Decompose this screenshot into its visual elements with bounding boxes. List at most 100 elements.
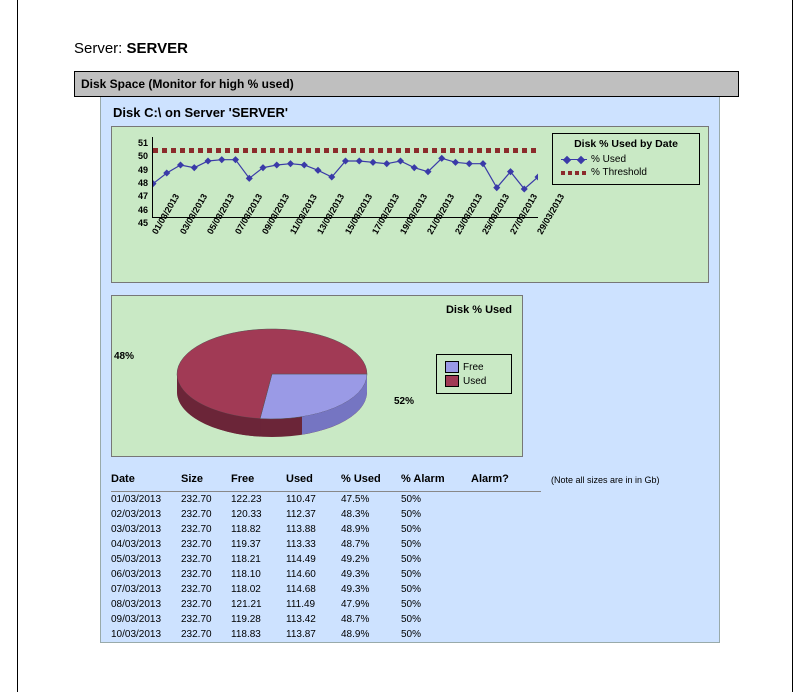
table-row: 02/03/2013232.70120.33112.3748.3%50% [111, 507, 541, 522]
table-row: 08/03/2013232.70121.21111.4947.9%50% [111, 597, 541, 612]
table-cell: 121.21 [231, 597, 286, 612]
pie-swatch-used [445, 375, 459, 387]
table-cell [471, 582, 541, 597]
data-table: DateSizeFreeUsed% Used% AlarmAlarm? 01/0… [111, 473, 541, 642]
section-title: Disk Space (Monitor for high % used) [81, 77, 294, 91]
pie-label-free: 52% [394, 396, 414, 407]
table-cell: 118.02 [231, 582, 286, 597]
table-cell: 50% [401, 627, 471, 642]
table-cell: 119.37 [231, 537, 286, 552]
table-header: Used [286, 473, 341, 492]
table-cell: 118.83 [231, 627, 286, 642]
table-cell: 47.5% [341, 492, 401, 508]
pie-legend-free-label: Free [463, 362, 484, 373]
table-cell: 113.87 [286, 627, 341, 642]
table-row: 07/03/2013232.70118.02114.6849.3%50% [111, 582, 541, 597]
table-row: 05/03/2013232.70118.21114.4949.2%50% [111, 552, 541, 567]
table-cell: 48.9% [341, 522, 401, 537]
section-bar-disk-space: Disk Space (Monitor for high % used) [74, 71, 739, 97]
table-cell: 47.9% [341, 597, 401, 612]
pie-legend: Free Used [436, 354, 512, 394]
pie-title: Disk % Used [446, 304, 512, 316]
table-cell: 07/03/2013 [111, 582, 181, 597]
table-cell: 50% [401, 507, 471, 522]
pie-legend-free: Free [445, 361, 503, 373]
table-cell: 09/03/2013 [111, 612, 181, 627]
pie-chart: Disk % Used 48% 52% [111, 295, 523, 457]
table-cell: 112.37 [286, 507, 341, 522]
table-row: 09/03/2013232.70119.28113.4248.7%50% [111, 612, 541, 627]
table-cell: 119.28 [231, 612, 286, 627]
table-cell: 50% [401, 522, 471, 537]
disk-panel: Disk C:\ on Server 'SERVER' 454647484950… [100, 97, 720, 643]
table-cell: 232.70 [181, 522, 231, 537]
line-series [153, 137, 538, 217]
table-cell: 232.70 [181, 492, 231, 508]
disk-title: Disk C:\ on Server 'SERVER' [113, 105, 709, 120]
legend-row-threshold: % Threshold [561, 167, 691, 178]
table-row: 04/03/2013232.70119.37113.3348.7%50% [111, 537, 541, 552]
table-cell: 232.70 [181, 567, 231, 582]
table-header: Alarm? [471, 473, 541, 492]
legend-swatch-threshold [561, 168, 587, 178]
table-cell: 08/03/2013 [111, 597, 181, 612]
table-cell [471, 597, 541, 612]
pie-svg [142, 316, 412, 451]
legend-title: Disk % Used by Date [561, 138, 691, 150]
pie-legend-used: Used [445, 375, 503, 387]
table-cell: 10/03/2013 [111, 627, 181, 642]
table-cell: 120.33 [231, 507, 286, 522]
table-row: 10/03/2013232.70118.83113.8748.9%50% [111, 627, 541, 642]
table-cell: 50% [401, 567, 471, 582]
table-cell: 50% [401, 492, 471, 508]
table-cell: 05/03/2013 [111, 552, 181, 567]
table-cell: 50% [401, 597, 471, 612]
table-cell: 114.49 [286, 552, 341, 567]
x-axis-ticks: 01/03/201303/03/201305/03/201307/03/2013… [148, 221, 543, 281]
table-header: Free [231, 473, 286, 492]
table-cell: 01/03/2013 [111, 492, 181, 508]
table-cell [471, 492, 541, 508]
table-cell: 113.33 [286, 537, 341, 552]
line-chart-legend: Disk % Used by Date % Used % Threshold [552, 133, 700, 185]
table-cell: 50% [401, 612, 471, 627]
table-header: % Alarm [401, 473, 471, 492]
table-wrap: DateSizeFreeUsed% Used% AlarmAlarm? 01/0… [111, 473, 709, 642]
legend-label-used: % Used [591, 154, 626, 165]
table-header: Date [111, 473, 181, 492]
table-cell: 232.70 [181, 627, 231, 642]
table-cell: 114.68 [286, 582, 341, 597]
table-cell [471, 567, 541, 582]
table-cell: 118.82 [231, 522, 286, 537]
table-cell [471, 537, 541, 552]
table-row: 01/03/2013232.70122.23110.4747.5%50% [111, 492, 541, 508]
table-cell: 03/03/2013 [111, 522, 181, 537]
table-cell: 118.10 [231, 567, 286, 582]
table-cell: 232.70 [181, 507, 231, 522]
table-header: % Used [341, 473, 401, 492]
table-cell [471, 627, 541, 642]
table-cell: 232.70 [181, 582, 231, 597]
table-cell: 232.70 [181, 552, 231, 567]
table-cell: 232.70 [181, 537, 231, 552]
table-cell: 50% [401, 537, 471, 552]
plot-area [152, 137, 538, 218]
table-cell [471, 552, 541, 567]
table-cell: 232.70 [181, 597, 231, 612]
table-cell: 113.42 [286, 612, 341, 627]
table-cell: 49.3% [341, 582, 401, 597]
table-cell: 50% [401, 552, 471, 567]
table-cell [471, 507, 541, 522]
table-cell: 113.88 [286, 522, 341, 537]
table-row: 03/03/2013232.70118.82113.8848.9%50% [111, 522, 541, 537]
table-cell: 232.70 [181, 612, 231, 627]
table-header-row: DateSizeFreeUsed% Used% AlarmAlarm? [111, 473, 541, 492]
pie-swatch-free [445, 361, 459, 373]
table-cell: 49.2% [341, 552, 401, 567]
table-cell [471, 522, 541, 537]
table-cell: 48.3% [341, 507, 401, 522]
legend-row-used: % Used [561, 154, 691, 165]
table-cell: 118.21 [231, 552, 286, 567]
table-cell: 48.7% [341, 612, 401, 627]
size-note: (Note all sizes are in in Gb) [551, 475, 660, 485]
